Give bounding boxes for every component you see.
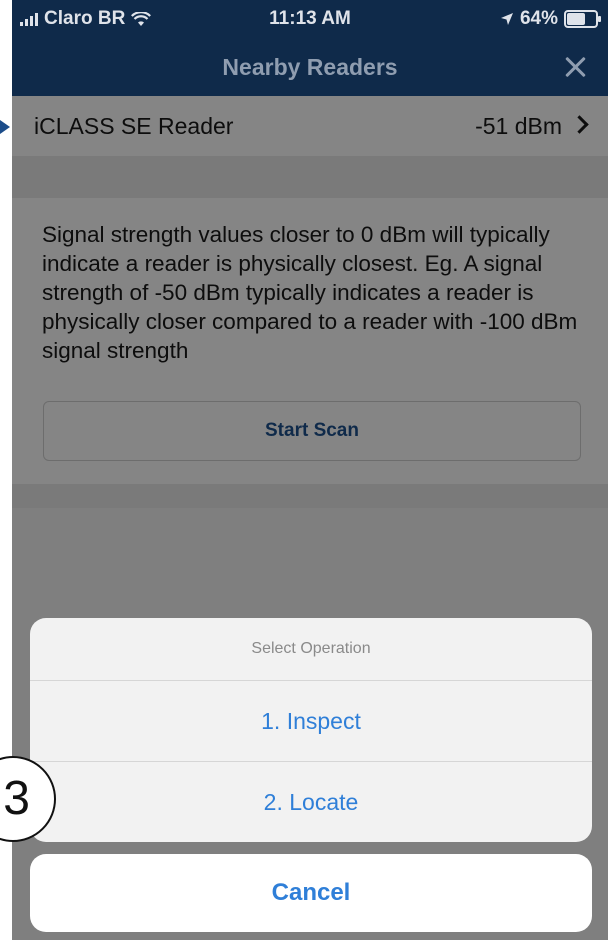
battery-percent: 64% xyxy=(519,8,558,29)
close-icon[interactable] xyxy=(564,56,586,78)
signal-info-text: Signal strength values closer to 0 dBm w… xyxy=(42,222,578,363)
cancel-button[interactable]: Cancel xyxy=(30,854,592,932)
reader-signal-strength: -51 dBm xyxy=(475,113,562,139)
location-icon xyxy=(500,12,514,26)
battery-icon xyxy=(564,10,601,28)
nav-bar: Nearby Readers xyxy=(12,36,608,96)
start-scan-button[interactable]: Start Scan xyxy=(43,401,581,461)
reader-name: iCLASS SE Reader xyxy=(34,113,234,139)
page-title: Nearby Readers xyxy=(222,54,398,80)
inspect-option[interactable]: 1. Inspect xyxy=(30,681,592,761)
status-right: 64% xyxy=(500,8,601,30)
chevron-right-icon xyxy=(570,115,589,134)
section-divider xyxy=(12,484,608,508)
action-sheet: Select Operation 1. Inspect 2. Locate xyxy=(30,618,592,842)
locate-option[interactable]: 2. Locate xyxy=(30,761,592,842)
info-block: Signal strength values closer to 0 dBm w… xyxy=(12,198,608,484)
section-divider xyxy=(12,156,608,198)
status-bar: Claro BR 11:13 AM 64% xyxy=(12,0,608,36)
step-number: 3 xyxy=(3,772,30,825)
reader-list-item[interactable]: iCLASS SE Reader -51 dBm xyxy=(12,96,608,156)
pointer-arrow-icon xyxy=(0,120,10,134)
action-sheet-title: Select Operation xyxy=(30,618,592,681)
phone-screen: Claro BR 11:13 AM 64% Nearby Readers iCL… xyxy=(12,0,608,940)
